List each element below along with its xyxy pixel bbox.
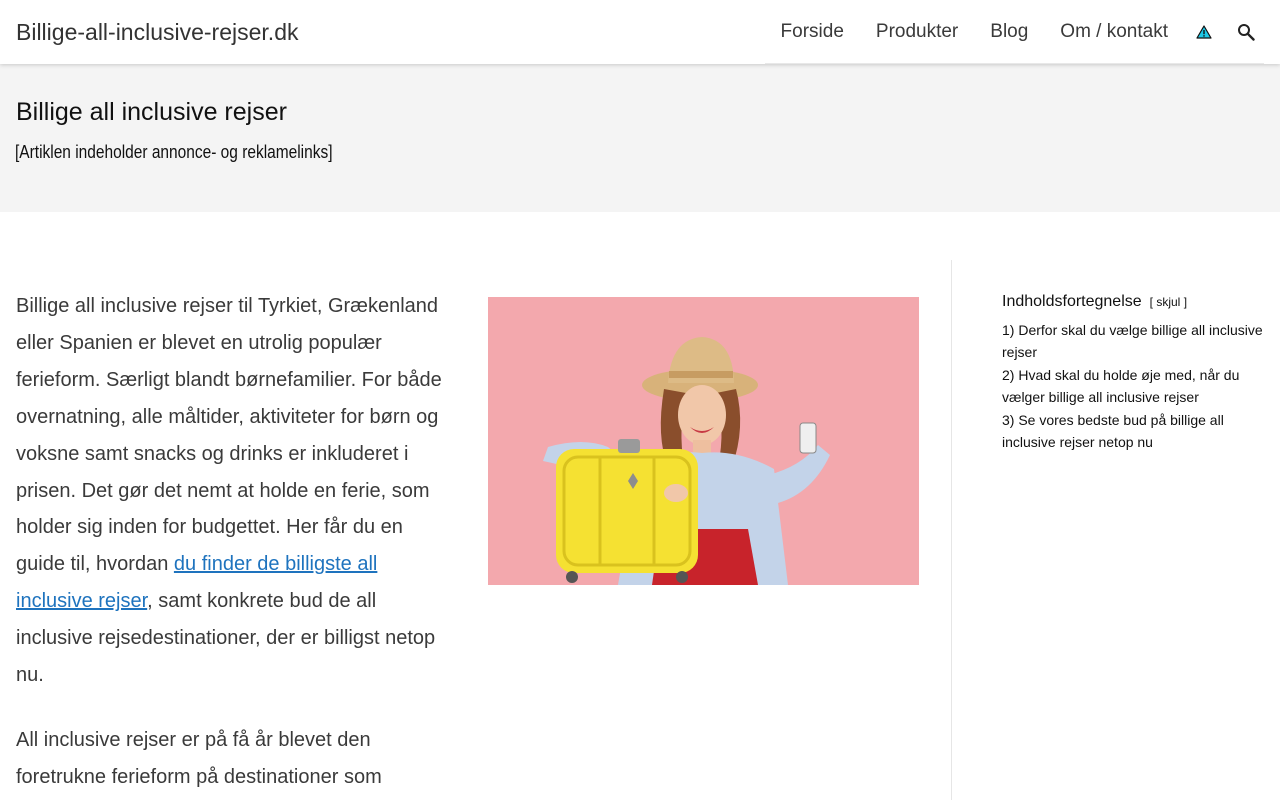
toc-item-link-2[interactable]: Hvad skal du holde øje med, når du vælge…: [1002, 367, 1239, 405]
nav-item-om-kontakt[interactable]: Om / kontakt: [1044, 0, 1184, 64]
toc-item-number: 3): [1002, 412, 1015, 428]
toc-item: 1) Derfor skal du vælge billige all incl…: [1002, 319, 1264, 363]
ad-disclaimer: [Artiklen indeholder annonce- og reklame…: [15, 142, 333, 162]
toc-toggle-close-bracket: ]: [1183, 295, 1188, 309]
table-of-contents: Indholdsfortegnelse [ skjul ] 1) Derfor …: [1002, 291, 1264, 454]
toc-item: 2) Hvad skal du holde øje med, når du væ…: [1002, 364, 1264, 408]
toc-toggle: [ skjul ]: [1150, 295, 1187, 309]
intro-text-start: Billige all inclusive rejser til Tyrkiet…: [16, 295, 442, 576]
toc-header: Indholdsfortegnelse [ skjul ]: [1002, 291, 1264, 313]
main-navigation: Forside Produkter Blog Om / kontakt: [764, 0, 1264, 64]
toc-hide-link[interactable]: skjul: [1156, 295, 1180, 309]
toc-list: 1) Derfor skal du vælge billige all incl…: [1002, 319, 1264, 453]
site-header: Billige-all-inclusive-rejser.dk Forside …: [0, 0, 1280, 64]
second-paragraph: All inclusive rejser er på få år blevet …: [16, 729, 382, 788]
nav-item-blog[interactable]: Blog: [974, 0, 1044, 64]
toc-item-number: 2): [1002, 367, 1015, 383]
site-title-link[interactable]: Billige-all-inclusive-rejser.dk: [16, 16, 298, 48]
nav-item-produkter[interactable]: Produkter: [860, 0, 974, 64]
intro-paragraph: Billige all inclusive rejser til Tyrkiet…: [16, 288, 448, 694]
toc-item-link-3[interactable]: Se vores bedste bud på billige all inclu…: [1002, 412, 1224, 450]
toc-item-number: 1): [1002, 322, 1015, 338]
toc-title: Indholdsfortegnelse: [1002, 293, 1142, 310]
toc-toggle-open-bracket: [: [1149, 295, 1153, 309]
main-content: Billige all inclusive rejser til Tyrkiet…: [0, 212, 1280, 800]
toc-item: 3) Se vores bedste bud på billige all in…: [1002, 409, 1264, 453]
sidebar-divider: [951, 260, 952, 800]
page-title: Billige all inclusive rejser: [16, 98, 287, 126]
hero-image: [488, 297, 919, 585]
woman-with-suitcase-illustration: [488, 297, 919, 585]
search-icon[interactable]: [1228, 0, 1264, 64]
warning-triangle-icon[interactable]: [1184, 0, 1224, 64]
page-title-band: Billige all inclusive rejser [Artiklen i…: [0, 64, 1280, 212]
nav-item-forside[interactable]: Forside: [765, 0, 860, 64]
toc-item-link-1[interactable]: Derfor skal du vælge billige all inclusi…: [1002, 322, 1263, 360]
